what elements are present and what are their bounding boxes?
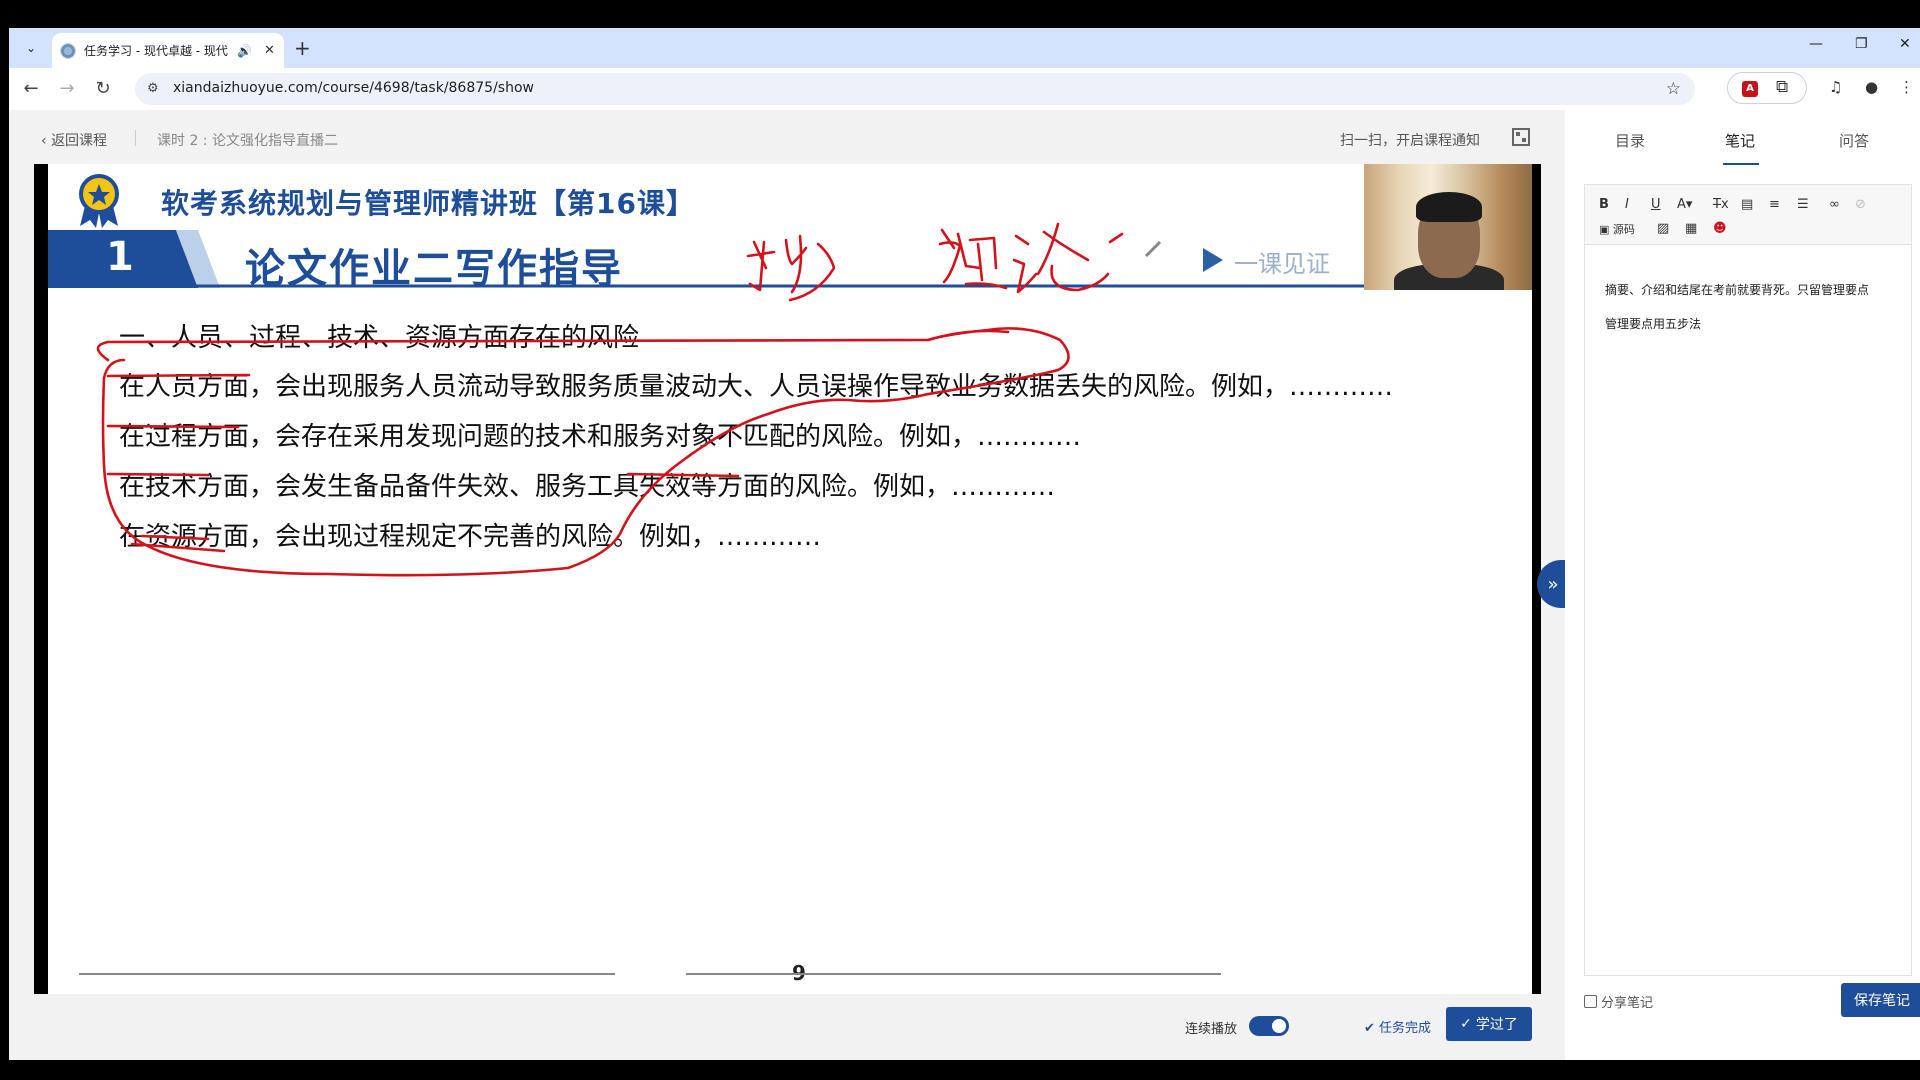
course-title: 软考系统规划与管理师精讲班【第16课】 xyxy=(161,187,695,220)
webcam-overlay xyxy=(1364,164,1532,290)
underline-icon[interactable]: U xyxy=(1651,197,1661,212)
tab-catalog[interactable]: 目录 xyxy=(1615,130,1645,151)
browser-toolbar: ← → ↻ ⚙ xiandaizhuoyue.com/course/4698/t… xyxy=(9,68,1920,110)
back-icon[interactable]: ← xyxy=(19,78,43,99)
side-panel: 目录 笔记 问答 B I U A▾ T̶x ▤ ≡ ☰ ∞ ⊘ ▣ 源码 ▨ ▦… xyxy=(1565,110,1920,1060)
reload-icon[interactable]: ↻ xyxy=(91,78,115,99)
new-tab-icon[interactable]: + xyxy=(294,36,311,60)
minimize-icon[interactable]: — xyxy=(1809,36,1823,52)
menu-kebab-icon[interactable]: ⋮ xyxy=(1899,78,1914,96)
learned-label[interactable]: 学过了 xyxy=(1476,1014,1518,1034)
media-control-icon[interactable]: ♫ xyxy=(1829,78,1842,96)
lesson-title: 课时 2 : 论文强化指导直播二 xyxy=(157,133,338,149)
source-code-label[interactable]: 源码 xyxy=(1613,223,1635,236)
note-line-2[interactable]: 管理要点用五步法 xyxy=(1605,315,1701,332)
footer-rule-left xyxy=(79,973,615,975)
bullet-list-icon[interactable]: ☰ xyxy=(1797,197,1809,212)
slide-line-people: 在人员方面，会出现服务人员流动导致服务质量波动大、人员误操作导致业务数据丢失的风… xyxy=(119,372,1394,402)
close-window-icon[interactable]: ✕ xyxy=(1899,36,1911,52)
share-label[interactable]: 分享笔记 xyxy=(1601,992,1653,1011)
address-bar[interactable]: ⚙ xiandaizhuoyue.com/course/4698/task/86… xyxy=(135,73,1695,105)
browser-tab[interactable]: 任务学习 - 现代卓越 - 现代 🔊 ✕ xyxy=(52,33,284,68)
extensions-puzzle-icon[interactable]: ⧉ xyxy=(1776,77,1788,97)
task-done-status: ✔ 任务完成 xyxy=(1364,1021,1432,1036)
slide-line-resources: 在资源方面，会出现过程规定不完善的风险。例如，………… xyxy=(119,522,822,552)
speaker-icon[interactable]: 🔊 xyxy=(237,44,252,58)
autoplay-label: 连续播放 xyxy=(1185,1022,1238,1037)
brand-logo-text: 一课见证 xyxy=(1234,250,1330,278)
pdf-extension-icon[interactable]: A xyxy=(1742,81,1758,97)
presenter-hair xyxy=(1416,192,1482,222)
forward-icon[interactable]: → xyxy=(55,78,79,99)
restore-icon[interactable]: ❐ xyxy=(1855,36,1868,52)
unlink-icon[interactable]: ⊘ xyxy=(1855,197,1866,212)
active-tab-indicator xyxy=(1723,163,1759,165)
slide-heading: 一、人员、过程、技术、资源方面存在的风险 xyxy=(119,323,640,353)
link-icon[interactable]: ∞ xyxy=(1829,197,1840,212)
table-icon[interactable]: ▦ xyxy=(1685,221,1697,236)
back-to-course-link[interactable]: ‹ 返回课程 xyxy=(41,130,107,150)
note-line-1[interactable]: 摘要、介绍和结尾在考前就要背死。只留管理要点 xyxy=(1605,281,1869,298)
source-code-button[interactable]: ▣ 源码 xyxy=(1599,221,1635,237)
task-done-label: 任务完成 xyxy=(1379,1021,1432,1036)
share-note-option[interactable]: 分享笔记 xyxy=(1584,992,1653,1011)
profile-avatar-icon[interactable]: ● xyxy=(1865,78,1878,96)
tab-title: 任务学习 - 现代卓越 - 现代 xyxy=(84,44,228,58)
tab-qa[interactable]: 问答 xyxy=(1839,130,1869,151)
editor-toolbar: B I U A▾ T̶x ▤ ≡ ☰ ∞ ⊘ ▣ 源码 ▨ ▦ ☻ xyxy=(1585,185,1911,245)
site-info-icon[interactable]: ⚙ xyxy=(147,81,159,96)
tab-list-icon[interactable]: ⌄ xyxy=(19,36,43,60)
main-content: ‹ 返回课程 课时 2 : 论文强化指导直播二 扫一扫，开启课程通知 软考系统规… xyxy=(9,110,1565,1060)
clear-format-icon[interactable]: T̶x xyxy=(1713,197,1729,212)
screen: ⌄ 任务学习 - 现代卓越 - 现代 🔊 ✕ + — ❐ ✕ ← → ↻ ⚙ x… xyxy=(0,0,1920,1080)
play-logo-icon xyxy=(1203,248,1223,272)
section-number: 1 xyxy=(106,234,134,280)
font-color-icon[interactable]: A▾ xyxy=(1677,197,1692,212)
slide-line-process: 在过程方面，会存在采用发现问题的技术和服务对象不匹配的风险。例如，………… xyxy=(119,422,1082,452)
site-favicon-icon xyxy=(60,42,76,59)
back-label[interactable]: 返回课程 xyxy=(51,133,107,149)
bold-icon[interactable]: B xyxy=(1599,197,1609,212)
note-editor[interactable]: B I U A▾ T̶x ▤ ≡ ☰ ∞ ⊘ ▣ 源码 ▨ ▦ ☻ 摘要、介绍和… xyxy=(1584,184,1912,976)
footer-rule-right xyxy=(686,973,1221,975)
lecture-slide: 软考系统规划与管理师精讲班【第16课】 1 论文作业二写作指导 一课见证 一、人… xyxy=(48,164,1532,994)
share-checkbox[interactable] xyxy=(1584,995,1597,1008)
video-player[interactable]: 软考系统规划与管理师精讲班【第16课】 1 论文作业二写作指导 一课见证 一、人… xyxy=(34,164,1541,994)
tab-bar: ⌄ 任务学习 - 现代卓越 - 现代 🔊 ✕ + — ❐ ✕ xyxy=(9,28,1920,68)
save-note-button[interactable]: 保存笔记 xyxy=(1841,983,1920,1017)
section-title: 论文作业二写作指导 xyxy=(245,246,623,292)
tab-notes[interactable]: 笔记 xyxy=(1725,130,1755,151)
paste-icon[interactable]: ▤ xyxy=(1741,197,1753,212)
bookmark-star-icon[interactable]: ☆ xyxy=(1666,79,1681,99)
check-circle-icon: ✓ xyxy=(1460,1016,1472,1032)
browser-window: ⌄ 任务学习 - 现代卓越 - 现代 🔊 ✕ + — ❐ ✕ ← → ↻ ⚙ x… xyxy=(9,28,1920,1060)
divider xyxy=(135,130,136,146)
extensions-group: A ⧉ xyxy=(1727,72,1807,104)
italic-icon[interactable]: I xyxy=(1625,197,1629,212)
learned-button[interactable]: ✓ 学过了 xyxy=(1446,1007,1532,1041)
qr-code-icon[interactable] xyxy=(1512,128,1530,146)
emoji-icon[interactable]: ☻ xyxy=(1713,221,1727,236)
page: ‹ 返回课程 课时 2 : 论文强化指导直播二 扫一扫，开启课程通知 软考系统规… xyxy=(9,110,1920,1060)
ordered-list-icon[interactable]: ≡ xyxy=(1769,197,1780,212)
close-tab-icon[interactable]: ✕ xyxy=(264,43,275,58)
slide-line-technology: 在技术方面，会发生备品备件失效、服务工具失效等方面的风险。例如，………… xyxy=(119,472,1056,502)
medal-icon xyxy=(79,174,119,228)
image-icon[interactable]: ▨ xyxy=(1657,221,1669,236)
scan-notify-text: 扫一扫，开启课程通知 xyxy=(1340,133,1480,149)
autoplay-toggle[interactable] xyxy=(1249,1016,1289,1036)
url-text[interactable]: xiandaizhuoyue.com/course/4698/task/8687… xyxy=(173,80,534,96)
